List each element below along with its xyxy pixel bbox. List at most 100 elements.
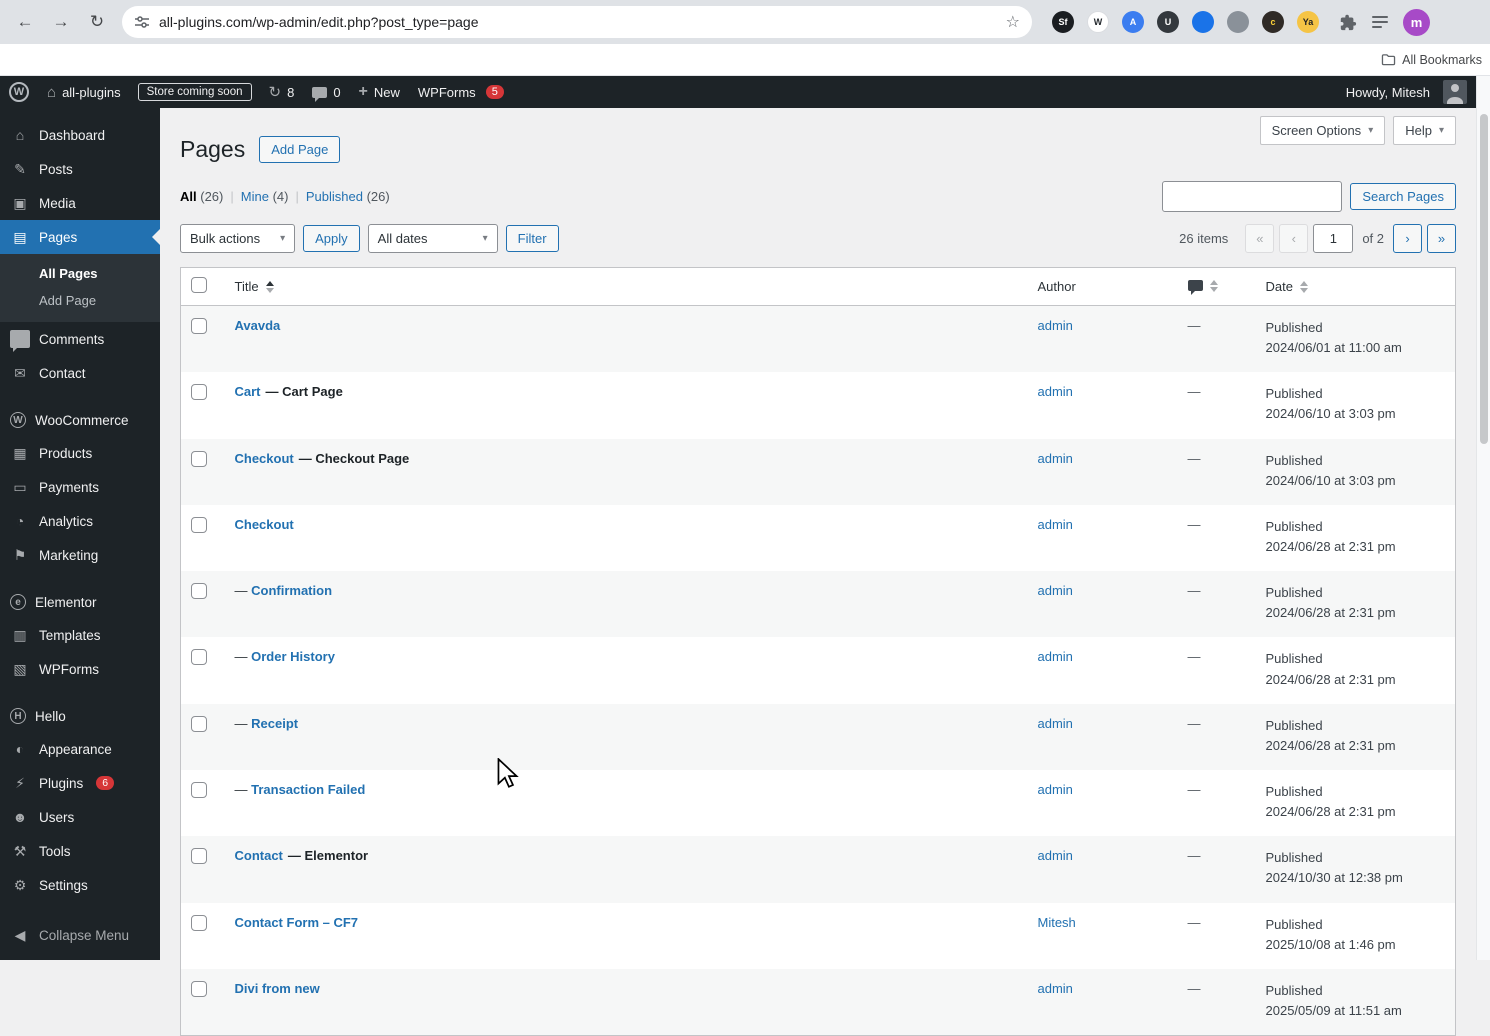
- wpforms-menu-button[interactable]: WPForms 5: [409, 76, 513, 108]
- sidebar-subitem-add-page[interactable]: Add Page: [0, 287, 160, 314]
- page-title-link[interactable]: Checkout: [235, 451, 294, 466]
- wp-logo-button[interactable]: W: [0, 76, 38, 108]
- filter-mine[interactable]: Mine (4): [241, 189, 289, 204]
- row-checkbox[interactable]: [191, 781, 207, 798]
- row-checkbox[interactable]: [191, 450, 207, 467]
- reload-button[interactable]: ↻: [82, 7, 112, 37]
- author-link[interactable]: Mitesh: [1038, 915, 1076, 930]
- address-bar[interactable]: all-plugins.com/wp-admin/edit.php?post_t…: [122, 6, 1032, 38]
- row-checkbox[interactable]: [191, 516, 207, 533]
- sidebar-item-appearance[interactable]: ◐ Appearance: [0, 732, 160, 766]
- browser-scrollbar[interactable]: [1476, 76, 1490, 960]
- last-page-button[interactable]: »: [1427, 224, 1456, 253]
- author-link[interactable]: admin: [1038, 451, 1073, 466]
- sidebar-item-woocommerce[interactable]: W WooCommerce: [0, 404, 160, 436]
- sidebar-item-elementor[interactable]: e Elementor: [0, 586, 160, 618]
- site-settings-icon[interactable]: [134, 14, 150, 30]
- row-checkbox[interactable]: [191, 318, 207, 334]
- sidebar-item-media[interactable]: ▣ Media: [0, 186, 160, 220]
- browser-extension-icon[interactable]: U: [1157, 11, 1179, 33]
- sidebar-item-settings[interactable]: ⚙ Settings: [0, 868, 160, 902]
- bookmark-star-icon[interactable]: ☆: [1006, 12, 1020, 32]
- author-link[interactable]: admin: [1038, 981, 1073, 996]
- sidebar-item-plugins[interactable]: ⚡ Plugins 6: [0, 766, 160, 800]
- browser-extension-icon[interactable]: Sf: [1052, 11, 1074, 33]
- page-title-link[interactable]: Confirmation: [251, 583, 332, 598]
- filter-all[interactable]: All (26): [180, 189, 223, 204]
- page-title-link[interactable]: Divi from new: [235, 981, 320, 996]
- date-filter-select[interactable]: All dates ▾: [367, 224, 498, 253]
- sort-by-comments[interactable]: [1187, 279, 1218, 295]
- current-page-input[interactable]: [1313, 224, 1354, 253]
- page-title-link[interactable]: Checkout: [235, 517, 294, 532]
- sort-by-title[interactable]: Title: [235, 279, 274, 294]
- author-link[interactable]: admin: [1038, 649, 1073, 664]
- sidebar-item-payments[interactable]: ▭ Payments: [0, 470, 160, 504]
- sidebar-item-wpforms[interactable]: ▧ WPForms: [0, 652, 160, 686]
- first-page-button[interactable]: «: [1245, 224, 1275, 253]
- help-button[interactable]: Help ▾: [1393, 116, 1456, 145]
- apply-button[interactable]: Apply: [303, 225, 360, 252]
- add-page-button[interactable]: Add Page: [259, 136, 341, 163]
- site-name-button[interactable]: ⌂ all-plugins: [38, 76, 130, 108]
- page-title-link[interactable]: Contact: [235, 848, 283, 863]
- page-title-link[interactable]: Contact Form – CF7: [235, 915, 359, 930]
- my-account-button[interactable]: Howdy, Mitesh: [1337, 76, 1476, 108]
- row-checkbox[interactable]: [191, 848, 207, 865]
- extensions-puzzle-icon[interactable]: [1339, 13, 1357, 31]
- browser-extension-icon[interactable]: [1227, 11, 1249, 33]
- browser-extension-icon[interactable]: Ya: [1297, 11, 1319, 33]
- browser-extension-icon[interactable]: A: [1122, 11, 1144, 33]
- sidebar-subitem-all-pages[interactable]: All Pages: [0, 260, 160, 287]
- author-link[interactable]: admin: [1038, 583, 1073, 598]
- updates-button[interactable]: ↻ 8: [260, 76, 304, 108]
- row-checkbox[interactable]: [191, 914, 207, 931]
- filter-button[interactable]: Filter: [505, 225, 559, 252]
- back-button[interactable]: ←: [10, 7, 40, 37]
- sidebar-item-hello[interactable]: H Hello: [0, 700, 160, 732]
- next-page-button[interactable]: ›: [1393, 224, 1422, 253]
- row-checkbox[interactable]: [191, 649, 207, 666]
- sidebar-item-dashboard[interactable]: ⌂ Dashboard: [0, 118, 160, 152]
- browser-extension-icon[interactable]: c: [1262, 11, 1284, 33]
- search-input[interactable]: [1162, 181, 1343, 212]
- filter-published[interactable]: Published (26): [306, 189, 390, 204]
- sidebar-item-pages[interactable]: ▤ Pages: [0, 220, 160, 254]
- sidebar-item-posts[interactable]: ✎ Posts: [0, 152, 160, 186]
- sidebar-item-users[interactable]: ☻ Users: [0, 800, 160, 834]
- side-panel-icon[interactable]: [1371, 14, 1389, 30]
- browser-extension-icon[interactable]: W: [1087, 11, 1109, 33]
- admin-comments-button[interactable]: 0: [303, 76, 349, 108]
- all-bookmarks-button[interactable]: All Bookmarks: [1402, 53, 1482, 67]
- browser-profile-avatar[interactable]: m: [1403, 8, 1430, 36]
- row-checkbox[interactable]: [191, 583, 207, 600]
- author-link[interactable]: admin: [1038, 782, 1073, 797]
- sidebar-item-comments[interactable]: Comments: [0, 322, 160, 356]
- page-title-link[interactable]: Transaction Failed: [251, 782, 365, 797]
- scrollbar-thumb[interactable]: [1480, 114, 1488, 444]
- row-checkbox[interactable]: [191, 384, 207, 401]
- page-title-link[interactable]: Avavda: [235, 318, 281, 333]
- bulk-actions-select[interactable]: Bulk actions ▾: [180, 224, 296, 253]
- row-checkbox[interactable]: [191, 715, 207, 732]
- author-link[interactable]: admin: [1038, 716, 1073, 731]
- sidebar-item-contact[interactable]: ✉ Contact: [0, 356, 160, 390]
- sidebar-item-templates[interactable]: ▥ Templates: [0, 618, 160, 652]
- author-link[interactable]: admin: [1038, 318, 1073, 333]
- collapse-menu-button[interactable]: ◀ Collapse Menu: [0, 918, 160, 952]
- search-pages-button[interactable]: Search Pages: [1350, 183, 1456, 210]
- sidebar-item-analytics[interactable]: ◔ Analytics: [0, 504, 160, 538]
- page-title-link[interactable]: Cart: [235, 384, 261, 399]
- screen-options-button[interactable]: Screen Options ▾: [1259, 116, 1386, 145]
- sidebar-item-marketing[interactable]: ⚑ Marketing: [0, 538, 160, 572]
- page-title-link[interactable]: Order History: [251, 649, 335, 664]
- sidebar-item-tools[interactable]: ⚒ Tools: [0, 834, 160, 868]
- author-link[interactable]: admin: [1038, 517, 1073, 532]
- row-checkbox[interactable]: [191, 980, 207, 997]
- sidebar-item-products[interactable]: ▦ Products: [0, 436, 160, 470]
- forward-button[interactable]: →: [46, 7, 76, 37]
- new-content-button[interactable]: + New: [350, 76, 409, 108]
- author-link[interactable]: admin: [1038, 384, 1073, 399]
- author-link[interactable]: admin: [1038, 848, 1073, 863]
- page-title-link[interactable]: Receipt: [251, 716, 298, 731]
